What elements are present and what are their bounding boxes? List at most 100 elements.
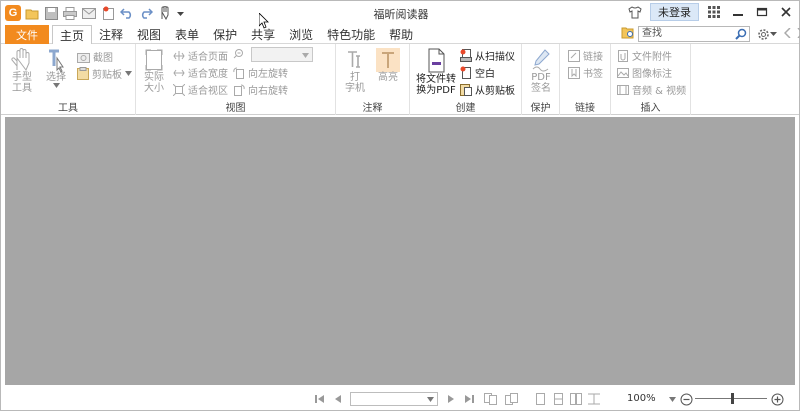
- ribbon-tab-row: 文件 主页 注释 视图 表单 保护 共享 浏览 特色功能 帮助 查找: [1, 25, 800, 45]
- tab-home[interactable]: 主页: [52, 25, 93, 45]
- facing-page-icon[interactable]: [569, 392, 583, 406]
- zoom-slider-thumb[interactable]: [731, 393, 734, 404]
- close-icon[interactable]: [777, 3, 795, 21]
- open-folder-icon[interactable]: [24, 5, 40, 21]
- tab-browse[interactable]: 浏览: [282, 25, 320, 44]
- zoom-out-magnifier-icon[interactable]: [233, 48, 244, 59]
- rotate-right-icon: [234, 84, 245, 96]
- blank-button[interactable]: 空白: [460, 65, 495, 80]
- hand-tool-label: 手型 工具: [12, 72, 32, 94]
- tab-help[interactable]: 帮助: [382, 25, 420, 44]
- typewriter-icon: [348, 51, 360, 68]
- new-document-icon[interactable]: [100, 5, 116, 21]
- rotate-left-button[interactable]: 向左旋转: [233, 65, 288, 80]
- fit-page-button[interactable]: 适合页面: [173, 48, 228, 63]
- rotate-right-button[interactable]: 向右旋转: [233, 82, 288, 97]
- image-annotation-button[interactable]: 图像标注: [617, 65, 672, 80]
- tab-view[interactable]: 视图: [130, 25, 168, 44]
- insert-group-label: 插入: [640, 103, 661, 114]
- highlight-button[interactable]: 高亮: [374, 48, 402, 83]
- actual-size-button[interactable]: 实际 大小: [140, 48, 168, 94]
- file-attachment-button[interactable]: 文件附件: [617, 48, 672, 63]
- fit-width-button[interactable]: 适合宽度: [173, 65, 228, 80]
- audio-video-label: 音频 & 视频: [632, 86, 687, 97]
- search-icon[interactable]: [735, 28, 747, 45]
- undo-icon[interactable]: [119, 5, 135, 21]
- convert-pdf-icon: [428, 48, 445, 73]
- app-window: G 福昕阅读器 未登录 文件 主页 注释 视图 表单 保护 共享 浏览 特色功能…: [0, 0, 800, 411]
- restore-icon[interactable]: [753, 3, 771, 21]
- rotate-right-label: 向右旋转: [248, 86, 288, 97]
- select-cursor-icon: [49, 49, 64, 72]
- tab-file[interactable]: 文件: [5, 25, 49, 44]
- clipboard-icon: [77, 67, 89, 80]
- search-placeholder: 查找: [642, 28, 662, 39]
- clipboard-button[interactable]: 剪贴板: [77, 66, 132, 81]
- zoom-percentage: 100%: [627, 393, 656, 404]
- print-icon[interactable]: [62, 5, 78, 21]
- hand-tool-button[interactable]: 手型 工具: [7, 48, 37, 94]
- hand-tool-qat-icon[interactable]: [157, 5, 173, 21]
- status-bar: 100%: [1, 388, 799, 410]
- app-logo-icon[interactable]: G: [5, 5, 21, 21]
- fit-width-icon: [173, 69, 185, 76]
- save-icon[interactable]: [43, 5, 59, 21]
- zoom-out-icon[interactable]: [679, 392, 693, 406]
- from-clipboard-button[interactable]: 从剪贴板: [460, 82, 515, 97]
- audio-video-button[interactable]: 音频 & 视频: [617, 82, 686, 97]
- nav-arrows: [783, 26, 800, 41]
- zoom-in-icon[interactable]: [770, 392, 784, 406]
- page-number-input[interactable]: [350, 392, 438, 406]
- skin-shirt-icon[interactable]: [626, 3, 644, 21]
- zoom-level-combo[interactable]: [251, 47, 313, 62]
- typewriter-label: 打 字机: [345, 72, 365, 94]
- tab-form[interactable]: 表单: [168, 25, 206, 44]
- next-view-icon[interactable]: [504, 392, 518, 406]
- zoom-percent-dropdown-icon[interactable]: [667, 392, 677, 406]
- redo-icon[interactable]: [138, 5, 154, 21]
- screenshot-button[interactable]: 截图: [77, 49, 113, 64]
- email-icon[interactable]: [81, 5, 97, 21]
- previous-page-icon[interactable]: [331, 392, 345, 406]
- next-page-icon[interactable]: [444, 392, 458, 406]
- search-input[interactable]: 查找: [638, 26, 750, 42]
- customize-dropdown-icon[interactable]: [176, 5, 184, 21]
- group-create: 将文件转 换为PDF 从扫描仪 空白 从剪贴板 创建: [410, 44, 522, 115]
- protect-group-label: 保护: [530, 103, 551, 114]
- page-dropdown-icon: [427, 397, 434, 402]
- select-tool-button[interactable]: 选择: [41, 48, 71, 88]
- tab-comment[interactable]: 注释: [92, 25, 130, 44]
- tab-protect[interactable]: 保护: [206, 25, 244, 44]
- pdf-sign-button[interactable]: PDF 签名: [527, 48, 555, 94]
- back-arrow-icon[interactable]: [783, 26, 791, 41]
- typewriter-button[interactable]: 打 字机: [342, 48, 368, 94]
- bookmark-button[interactable]: 书签: [568, 65, 603, 80]
- fit-width-label: 适合宽度: [188, 69, 228, 80]
- tab-share[interactable]: 共享: [244, 25, 282, 44]
- create-group-label: 创建: [455, 103, 476, 114]
- bookmark-icon: [568, 66, 580, 79]
- fit-visible-button[interactable]: 适合视区: [173, 82, 228, 97]
- film-icon: [617, 84, 629, 95]
- minimize-icon[interactable]: [729, 3, 747, 21]
- previous-view-icon[interactable]: [483, 392, 497, 406]
- tab-features[interactable]: 特色功能: [320, 25, 382, 44]
- settings-gear-icon[interactable]: [757, 28, 777, 41]
- document-area[interactable]: [5, 117, 795, 385]
- title-bar-controls: 未登录: [626, 3, 795, 21]
- fit-visible-label: 适合视区: [188, 86, 228, 97]
- fit-page-label: 适合页面: [188, 52, 228, 63]
- continuous-facing-icon[interactable]: [587, 392, 601, 406]
- last-page-icon[interactable]: [462, 392, 476, 406]
- single-page-icon[interactable]: [533, 392, 547, 406]
- from-scanner-button[interactable]: 从扫描仪: [460, 48, 515, 63]
- apps-grid-icon[interactable]: [705, 3, 723, 21]
- continuous-page-icon[interactable]: [551, 392, 565, 406]
- link-button[interactable]: 链接: [568, 48, 603, 63]
- clipboard-dropdown-icon: [125, 71, 132, 76]
- search-folder-icon[interactable]: [621, 26, 635, 42]
- convert-to-pdf-button[interactable]: 将文件转 换为PDF: [414, 48, 458, 96]
- zoom-control: [233, 48, 244, 59]
- first-page-icon[interactable]: [313, 392, 327, 406]
- login-button[interactable]: 未登录: [650, 3, 699, 21]
